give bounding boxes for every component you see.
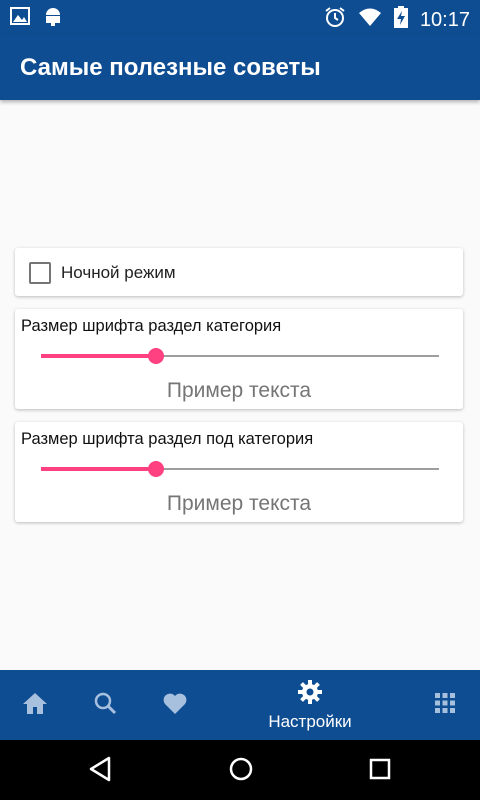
night-mode-label: Ночной режим: [61, 263, 176, 282]
back-icon[interactable]: [88, 756, 112, 787]
subcategory-font-size-slider[interactable]: [41, 461, 439, 477]
category-font-size-slider[interactable]: [41, 348, 439, 364]
home-circle-icon[interactable]: [228, 756, 254, 787]
category-font-size-label: Размер шрифта раздел категория: [21, 317, 282, 335]
gear-icon: [297, 679, 323, 710]
heart-icon: [162, 691, 188, 720]
image-icon: [10, 7, 30, 30]
slider-thumb[interactable]: [148, 348, 165, 364]
status-time: 10:17: [419, 8, 470, 31]
system-navigation-bar: [0, 740, 480, 800]
search-icon: [93, 691, 117, 720]
battery-charging-icon: [393, 6, 408, 33]
nav-favorites[interactable]: [150, 670, 200, 740]
subcategory-sample-text: Пример текста: [166, 492, 312, 515]
page-title: Самые полезные советы: [20, 54, 321, 81]
android-icon: [44, 6, 62, 31]
nav-apps[interactable]: [420, 670, 470, 740]
alarm-icon: [324, 6, 346, 33]
nav-settings-label: Настройки: [268, 711, 352, 731]
home-icon: [22, 691, 48, 720]
subcategory-font-size-label: Размер шрифта раздел под категория: [21, 430, 314, 448]
wifi-icon: [358, 7, 382, 32]
nav-home[interactable]: [10, 670, 60, 740]
app-bar: Самые полезные советы: [0, 34, 480, 100]
night-mode-checkbox[interactable]: [29, 262, 51, 284]
night-mode-row[interactable]: Ночной режим: [15, 248, 463, 296]
status-bar: 10:17: [0, 0, 480, 34]
subcategory-font-size-card: Размер шрифта раздел под категория Приме…: [15, 422, 463, 522]
slider-fill: [41, 354, 157, 358]
bottom-navigation: Настройки: [0, 670, 480, 740]
nav-search[interactable]: [80, 670, 130, 740]
slider-fill: [41, 467, 157, 471]
recents-icon[interactable]: [369, 756, 391, 787]
nav-settings[interactable]: Настройки: [250, 670, 370, 740]
apps-grid-icon: [434, 692, 456, 719]
slider-thumb[interactable]: [148, 461, 165, 477]
category-font-size-card: Размер шрифта раздел категория Пример те…: [15, 309, 463, 409]
category-sample-text: Пример текста: [166, 379, 312, 402]
